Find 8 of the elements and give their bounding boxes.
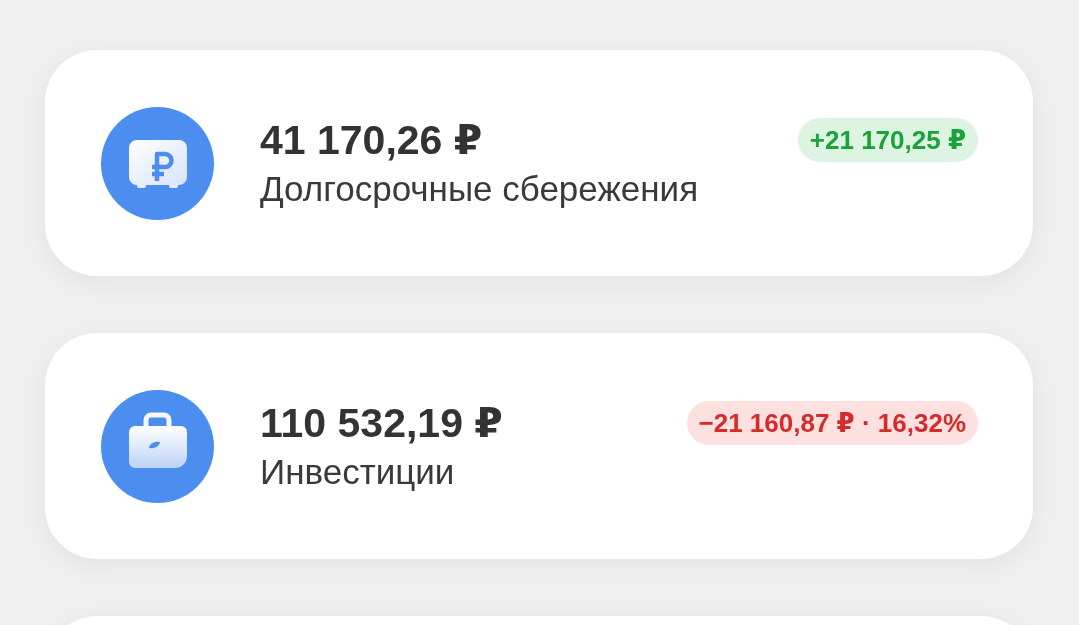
account-name: Долгосрочные сбережения — [260, 169, 700, 209]
account-name: Инвестиции — [260, 452, 456, 492]
account-amount: 41 170,26 ₽ — [260, 117, 483, 163]
account-amount: 110 532,19 ₽ — [260, 400, 503, 446]
loss-badge: −21 160,87 ₽ · 16,32% — [686, 401, 978, 445]
gain-badge: +21 170,25 ₽ — [797, 118, 978, 162]
account-card[interactable]: 41 170,26 ₽ +21 170,25 ₽ Долгосрочные сбережения — [45, 50, 1033, 276]
account-card[interactable]: 110 532,19 ₽ −21 160,87 ₽ · 16,32% Инвестиции — [45, 333, 1033, 559]
